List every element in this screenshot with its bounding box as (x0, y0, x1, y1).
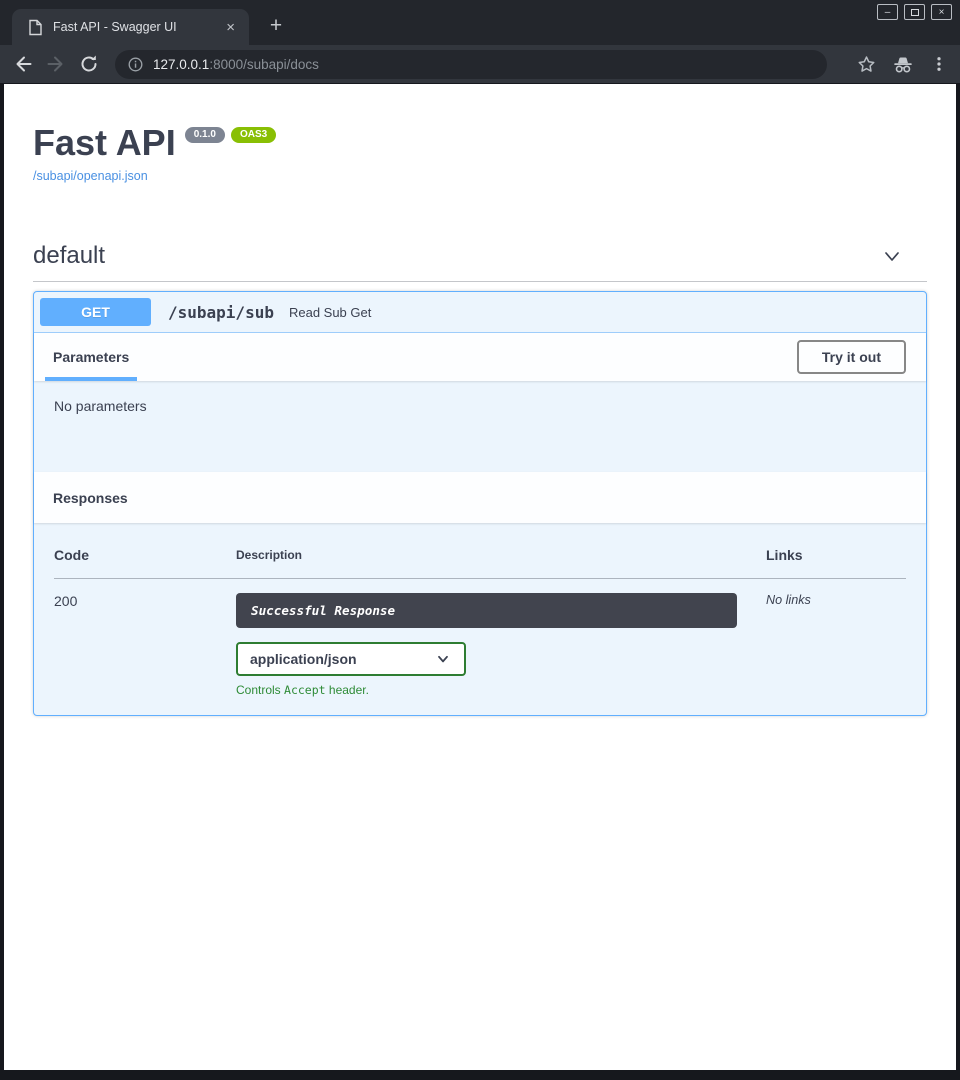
incognito-icon (892, 55, 914, 74)
new-tab-button[interactable]: + (262, 13, 290, 41)
close-button[interactable]: × (931, 4, 952, 20)
operation-description: Read Sub Get (289, 305, 371, 320)
reload-button[interactable] (78, 53, 100, 75)
responses-header: Responses (34, 472, 926, 523)
window-titlebar: Fast API - Swagger UI × + – × (0, 0, 960, 45)
url-text: 127.0.0.1:8000/subapi/docs (153, 57, 319, 72)
api-info: Fast API 0.1.0 OAS3 /subapi/openapi.json (33, 122, 927, 185)
operation-path: /subapi/sub (168, 303, 274, 322)
url-path: :8000/subapi/docs (209, 57, 319, 72)
oas3-badge: OAS3 (231, 127, 276, 143)
parameters-header: Parameters Try it out (34, 333, 926, 381)
browser-tab[interactable]: Fast API - Swagger UI × (12, 9, 249, 45)
response-row: 200 Successful Response application/json (54, 579, 906, 698)
version-badge: 0.1.0 (185, 127, 225, 143)
response-code: 200 (54, 579, 236, 698)
document-favicon-icon (28, 19, 43, 36)
tab-parameters[interactable]: Parameters (53, 349, 129, 365)
address-bar[interactable]: 127.0.0.1:8000/subapi/docs (115, 50, 827, 79)
http-method-badge: GET (40, 298, 151, 326)
select-chevron-icon (436, 652, 450, 666)
response-links: No links (766, 579, 906, 698)
maximize-icon (911, 9, 919, 16)
try-it-out-button[interactable]: Try it out (797, 340, 906, 374)
column-header-links: Links (766, 547, 906, 579)
accept-note-code: Accept (284, 683, 326, 697)
openapi-spec-link[interactable]: /subapi/openapi.json (33, 169, 148, 183)
response-description-box: Successful Response (236, 593, 737, 628)
parameters-body: No parameters (34, 381, 926, 472)
responses-table: Code Description Links 200 Successful Re… (54, 547, 906, 697)
page-content: Fast API 0.1.0 OAS3 /subapi/openapi.json… (4, 84, 956, 1070)
forward-button[interactable] (45, 53, 67, 75)
media-type-value: application/json (250, 651, 357, 667)
responses-body: Code Description Links 200 Successful Re… (34, 523, 926, 715)
api-title-text: Fast API (33, 122, 176, 164)
operation-block: GET /subapi/sub Read Sub Get Parameters … (33, 291, 927, 716)
column-header-description: Description (236, 547, 766, 579)
active-tab-underline (45, 377, 137, 381)
window-controls: – × (877, 4, 952, 20)
tag-name: default (33, 242, 105, 270)
column-header-code: Code (54, 547, 236, 579)
media-type-select[interactable]: application/json (236, 642, 466, 676)
tag-section-header[interactable]: default (33, 242, 927, 282)
no-parameters-text: No parameters (54, 398, 147, 414)
site-info-icon[interactable] (127, 56, 144, 73)
responses-title: Responses (53, 490, 128, 506)
api-badges: 0.1.0 OAS3 (176, 127, 276, 143)
accept-header-note: Controls Accept header. (236, 683, 737, 697)
browser-menu-icon[interactable] (930, 54, 948, 74)
maximize-button[interactable] (904, 4, 925, 20)
back-button[interactable] (12, 53, 34, 75)
url-host: 127.0.0.1 (153, 57, 209, 72)
page-title: Fast API 0.1.0 OAS3 (33, 122, 927, 164)
minimize-button[interactable]: – (877, 4, 898, 20)
bookmark-star-icon[interactable] (857, 55, 876, 74)
browser-toolbar: 127.0.0.1:8000/subapi/docs (0, 45, 960, 83)
accept-note-suffix: header. (326, 683, 369, 697)
operation-summary[interactable]: GET /subapi/sub Read Sub Get (34, 292, 926, 333)
accept-note-prefix: Controls (236, 683, 284, 697)
tab-title: Fast API - Swagger UI (53, 20, 222, 34)
chevron-down-icon[interactable] (881, 245, 903, 267)
tab-close-icon[interactable]: × (222, 20, 239, 35)
